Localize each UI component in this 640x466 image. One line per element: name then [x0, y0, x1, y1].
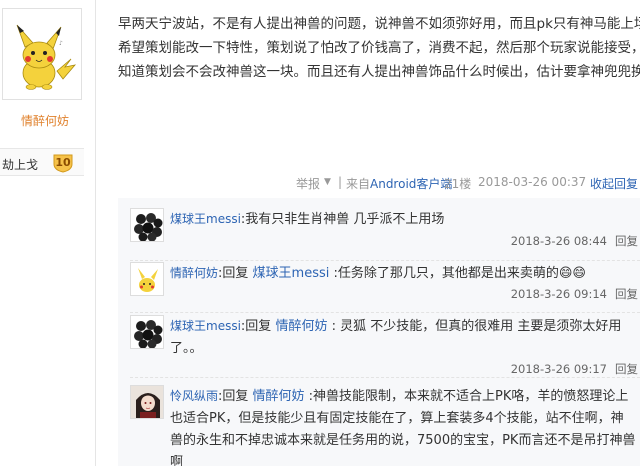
reply-message: :我有只非生肖神兽 几乎派不上用场	[240, 212, 445, 227]
smile-emoji-icon: 😄😄	[558, 266, 586, 281]
meta-separator: |	[338, 175, 343, 189]
reply-time: 2018-3-26 09:14	[510, 287, 607, 301]
reply-message: :任务除了那几只，其他都是出来卖萌的	[329, 266, 559, 281]
reply-text: 煤球王messi:回复 情醉何妨 : 灵狐 不少技能，但真的很难用 主要是须弥太…	[170, 315, 638, 360]
post-meta: 举报 ▼ | 来自 Android客户端 21楼 2018-03-26 00:3…	[296, 175, 640, 193]
reply-message: :神兽技能限制，本来就不适合上PK咯，羊的愤怒理论上	[304, 389, 629, 404]
reply-target-user[interactable]: 煤球王messi	[253, 266, 330, 281]
reply-time-row: 2018-3-26 08:44 回复	[511, 233, 638, 249]
report-link[interactable]: 举报	[296, 175, 320, 192]
reply-target-user[interactable]: 情醉何妨	[275, 319, 327, 334]
post-content: 早两天宁波站，不是有人提出神兽的问题，说神兽不如须弥好用，而且pk只有神马能上场…	[118, 12, 640, 84]
reply-item: 煤球王messi:回复 情醉何妨 : 灵狐 不少技能，但真的很难用 主要是须弥太…	[118, 315, 640, 377]
reply-prefix: :回复	[218, 389, 253, 404]
reply-time-row: 2018-3-26 09:17 回复	[511, 361, 638, 377]
reply-username[interactable]: 煤球王messi	[170, 319, 241, 333]
reply-avatar[interactable]	[130, 315, 164, 349]
level-badge[interactable]: 10	[52, 153, 74, 173]
reply-item: 怜风纵雨:回复 情醉何妨 :神兽技能限制，本来就不适合上PK咯，羊的愤怒理论上也…	[118, 385, 640, 466]
reply-time: 2018-3-26 08:44	[510, 234, 607, 248]
reply-text: 怜风纵雨:回复 情醉何妨 :神兽技能限制，本来就不适合上PK咯，羊的愤怒理论上也…	[170, 385, 638, 466]
post-line: 早两天宁波站，不是有人提出神兽的问题，说神兽不如须弥好用，而且pk只有神马能上场…	[118, 16, 640, 32]
post-line: 知道策划会不会改神兽这一块。而且还有人提出神兽饰品什么时候出，估计要拿神兜兜换。	[118, 64, 640, 80]
reply-prefix: :回复	[218, 266, 253, 281]
reply-message-line4: 啊	[170, 455, 184, 466]
author-username[interactable]: 情醉何妨	[0, 112, 90, 129]
svg-text:♪: ♪	[59, 40, 63, 47]
reply-target-user[interactable]: 情醉何妨	[253, 389, 305, 404]
reply-text: 煤球王messi:我有只非生肖神兽 几乎派不上用场	[170, 208, 638, 231]
post-datetime: 2018-03-26 00:37	[478, 175, 587, 189]
reply-message-line2: 了。。	[170, 341, 203, 356]
reply-button[interactable]: 回复	[615, 287, 638, 301]
pikachu-avatar-image: ♪	[3, 9, 81, 99]
level-number: 10	[55, 156, 71, 169]
reply-divider	[130, 377, 640, 378]
reply-text: 情醉何妨:回复 煤球王messi :任务除了那几只，其他都是出来卖萌的😄😄	[170, 262, 638, 285]
user-avatar[interactable]: ♪	[2, 8, 82, 100]
user-panel: ♪ 情醉何妨 劫上戈 10	[0, 0, 96, 466]
reply-button[interactable]: 回复	[615, 362, 638, 376]
reply-message: : 灵狐 不少技能，但真的很难用 主要是须弥太好用	[327, 319, 622, 334]
reply-divider	[130, 260, 640, 261]
reply-avatar[interactable]	[130, 262, 164, 296]
reply-prefix: :回复	[240, 319, 276, 334]
floor-number: 21楼	[444, 177, 472, 191]
honor-row: 劫上戈 10	[0, 148, 84, 176]
honor-label: 劫上戈	[2, 158, 39, 172]
reply-item: 情醉何妨:回复 煤球王messi :任务除了那几只，其他都是出来卖萌的😄😄 20…	[118, 262, 640, 312]
reply-avatar[interactable]	[130, 208, 164, 242]
coal-balls-avatar-image	[131, 316, 163, 348]
reply-username[interactable]: 情醉何妨	[170, 266, 218, 280]
reply-item: 煤球王messi:我有只非生肖神兽 几乎派不上用场 2018-3-26 08:4…	[118, 208, 640, 260]
reply-username[interactable]: 煤球王messi	[170, 212, 241, 226]
collapse-reply-button[interactable]: 收起回复	[590, 175, 638, 192]
report-dropdown-icon[interactable]: ▼	[324, 177, 331, 187]
reply-time-row: 2018-3-26 09:14 回复	[511, 286, 638, 302]
reply-avatar[interactable]	[130, 385, 164, 419]
anime-character-avatar-image	[131, 386, 163, 418]
client-link[interactable]: Android客户端	[370, 175, 452, 192]
reply-button[interactable]: 回复	[615, 234, 638, 248]
reply-message-line3: 兽的永生和不掉忠诚本来就是任务用的说，7500的宝宝，PK而言还不是吊打神兽	[170, 433, 636, 448]
coal-balls-avatar-image	[131, 209, 163, 241]
reply-message-line2: 也适合PK，但是技能少且有固定技能在了，算上套装多4个技能，站不住啊，神	[170, 411, 624, 426]
reply-time: 2018-3-26 09:17	[510, 362, 607, 376]
reply-username[interactable]: 怜风纵雨	[170, 389, 218, 403]
reply-list: 煤球王messi:我有只非生肖神兽 几乎派不上用场 2018-3-26 08:4…	[118, 198, 640, 466]
post-line: 希望策划能改一下特性，策划说了怕改了价钱高了，消费不起，然后那个玩家说能接受，不	[118, 40, 640, 56]
pikachu-avatar-small	[131, 263, 163, 295]
source-prefix: 来自	[346, 177, 371, 191]
reply-divider	[130, 312, 640, 313]
